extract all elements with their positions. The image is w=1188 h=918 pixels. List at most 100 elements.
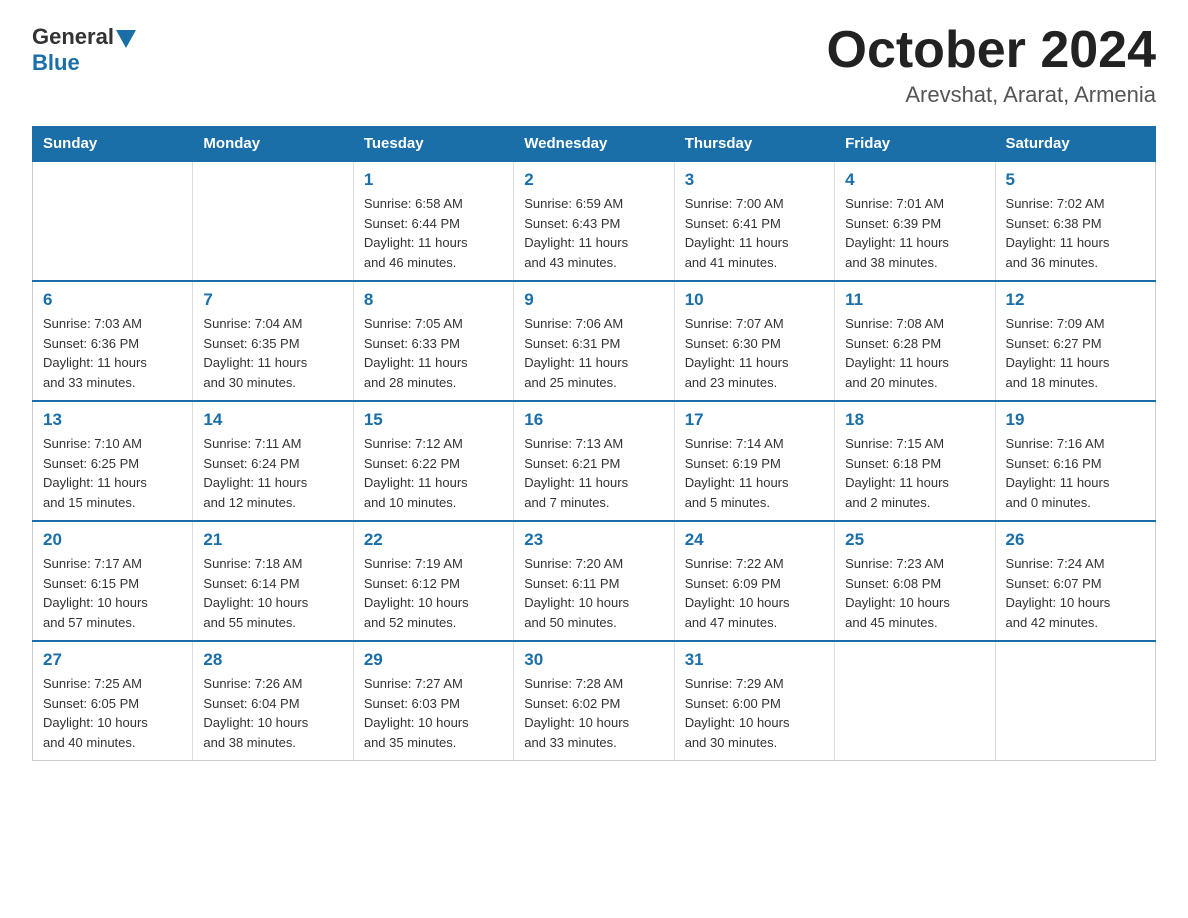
page-header: General Blue October 2024 Arevshat, Arar…: [32, 24, 1156, 108]
day-number: 13: [43, 410, 182, 430]
day-number: 26: [1006, 530, 1145, 550]
logo-general-text: General: [32, 24, 114, 50]
calendar-cell: 4 Sunrise: 7:01 AM Sunset: 6:39 PM Daylig…: [835, 161, 995, 281]
day-number: 5: [1006, 170, 1145, 190]
day-info: Sunrise: 7:29 AM Sunset: 6:00 PM Dayligh…: [685, 674, 824, 752]
day-number: 25: [845, 530, 984, 550]
column-header-wednesday: Wednesday: [514, 127, 674, 162]
day-number: 7: [203, 290, 342, 310]
day-number: 15: [364, 410, 503, 430]
calendar-cell: 14 Sunrise: 7:11 AM Sunset: 6:24 PM Dayli…: [193, 401, 353, 521]
calendar-cell: [193, 161, 353, 281]
day-number: 8: [364, 290, 503, 310]
logo-blue-text: Blue: [32, 50, 80, 75]
calendar-cell: [33, 161, 193, 281]
day-number: 4: [845, 170, 984, 190]
day-number: 17: [685, 410, 824, 430]
day-info: Sunrise: 7:13 AM Sunset: 6:21 PM Dayligh…: [524, 434, 663, 512]
day-info: Sunrise: 7:01 AM Sunset: 6:39 PM Dayligh…: [845, 194, 984, 272]
day-number: 18: [845, 410, 984, 430]
column-header-monday: Monday: [193, 127, 353, 162]
calendar-cell: 18 Sunrise: 7:15 AM Sunset: 6:18 PM Dayli…: [835, 401, 995, 521]
day-number: 23: [524, 530, 663, 550]
day-number: 6: [43, 290, 182, 310]
day-info: Sunrise: 7:27 AM Sunset: 6:03 PM Dayligh…: [364, 674, 503, 752]
day-info: Sunrise: 7:26 AM Sunset: 6:04 PM Dayligh…: [203, 674, 342, 752]
calendar-table: SundayMondayTuesdayWednesdayThursdayFrid…: [32, 126, 1156, 761]
day-info: Sunrise: 7:19 AM Sunset: 6:12 PM Dayligh…: [364, 554, 503, 632]
calendar-cell: [995, 641, 1155, 761]
calendar-cell: 3 Sunrise: 7:00 AM Sunset: 6:41 PM Daylig…: [674, 161, 834, 281]
column-header-thursday: Thursday: [674, 127, 834, 162]
calendar-cell: 22Sunrise: 7:19 AM Sunset: 6:12 PM Dayli…: [353, 521, 513, 641]
day-number: 20: [43, 530, 182, 550]
calendar-cell: 25 Sunrise: 7:23 AM Sunset: 6:08 PM Dayli…: [835, 521, 995, 641]
calendar-cell: 12 Sunrise: 7:09 AM Sunset: 6:27 PM Dayli…: [995, 281, 1155, 401]
month-title: October 2024: [827, 24, 1157, 76]
day-number: 10: [685, 290, 824, 310]
calendar-cell: 28 Sunrise: 7:26 AM Sunset: 6:04 PM Dayli…: [193, 641, 353, 761]
calendar-week-row: 6 Sunrise: 7:03 AM Sunset: 6:36 PM Daylig…: [33, 281, 1156, 401]
logo-triangle-icon: [116, 30, 136, 48]
day-info: Sunrise: 6:58 AM Sunset: 6:44 PM Dayligh…: [364, 194, 503, 272]
calendar-cell: 20 Sunrise: 7:17 AM Sunset: 6:15 PM Dayli…: [33, 521, 193, 641]
day-info: Sunrise: 7:18 AM Sunset: 6:14 PM Dayligh…: [203, 554, 342, 632]
day-info: Sunrise: 7:05 AM Sunset: 6:33 PM Dayligh…: [364, 314, 503, 392]
calendar-cell: 27 Sunrise: 7:25 AM Sunset: 6:05 PM Dayli…: [33, 641, 193, 761]
column-header-tuesday: Tuesday: [353, 127, 513, 162]
calendar-cell: 6 Sunrise: 7:03 AM Sunset: 6:36 PM Daylig…: [33, 281, 193, 401]
column-header-friday: Friday: [835, 127, 995, 162]
day-info: Sunrise: 7:09 AM Sunset: 6:27 PM Dayligh…: [1006, 314, 1145, 392]
calendar-cell: 1 Sunrise: 6:58 AM Sunset: 6:44 PM Daylig…: [353, 161, 513, 281]
calendar-cell: 17Sunrise: 7:14 AM Sunset: 6:19 PM Dayli…: [674, 401, 834, 521]
day-number: 24: [685, 530, 824, 550]
calendar-cell: 7 Sunrise: 7:04 AM Sunset: 6:35 PM Daylig…: [193, 281, 353, 401]
calendar-cell: 26Sunrise: 7:24 AM Sunset: 6:07 PM Dayli…: [995, 521, 1155, 641]
day-info: Sunrise: 7:11 AM Sunset: 6:24 PM Dayligh…: [203, 434, 342, 512]
calendar-cell: 21 Sunrise: 7:18 AM Sunset: 6:14 PM Dayli…: [193, 521, 353, 641]
day-info: Sunrise: 7:04 AM Sunset: 6:35 PM Dayligh…: [203, 314, 342, 392]
calendar-week-row: 27 Sunrise: 7:25 AM Sunset: 6:05 PM Dayli…: [33, 641, 1156, 761]
calendar-week-row: 1 Sunrise: 6:58 AM Sunset: 6:44 PM Daylig…: [33, 161, 1156, 281]
calendar-cell: 8 Sunrise: 7:05 AM Sunset: 6:33 PM Daylig…: [353, 281, 513, 401]
day-info: Sunrise: 7:12 AM Sunset: 6:22 PM Dayligh…: [364, 434, 503, 512]
calendar-cell: 23 Sunrise: 7:20 AM Sunset: 6:11 PM Dayli…: [514, 521, 674, 641]
day-info: Sunrise: 7:06 AM Sunset: 6:31 PM Dayligh…: [524, 314, 663, 392]
calendar-cell: 5 Sunrise: 7:02 AM Sunset: 6:38 PM Daylig…: [995, 161, 1155, 281]
day-number: 21: [203, 530, 342, 550]
calendar-cell: 9 Sunrise: 7:06 AM Sunset: 6:31 PM Daylig…: [514, 281, 674, 401]
day-info: Sunrise: 7:20 AM Sunset: 6:11 PM Dayligh…: [524, 554, 663, 632]
day-number: 9: [524, 290, 663, 310]
calendar-cell: 11Sunrise: 7:08 AM Sunset: 6:28 PM Dayli…: [835, 281, 995, 401]
day-info: Sunrise: 7:16 AM Sunset: 6:16 PM Dayligh…: [1006, 434, 1145, 512]
day-info: Sunrise: 7:15 AM Sunset: 6:18 PM Dayligh…: [845, 434, 984, 512]
calendar-cell: [835, 641, 995, 761]
calendar-week-row: 13Sunrise: 7:10 AM Sunset: 6:25 PM Dayli…: [33, 401, 1156, 521]
day-number: 31: [685, 650, 824, 670]
day-number: 14: [203, 410, 342, 430]
location-subtitle: Arevshat, Ararat, Armenia: [827, 82, 1157, 108]
day-info: Sunrise: 7:00 AM Sunset: 6:41 PM Dayligh…: [685, 194, 824, 272]
day-number: 1: [364, 170, 503, 190]
day-info: Sunrise: 7:17 AM Sunset: 6:15 PM Dayligh…: [43, 554, 182, 632]
logo: General Blue: [32, 24, 138, 76]
day-number: 27: [43, 650, 182, 670]
calendar-cell: 10 Sunrise: 7:07 AM Sunset: 6:30 PM Dayli…: [674, 281, 834, 401]
day-number: 2: [524, 170, 663, 190]
calendar-cell: 31 Sunrise: 7:29 AM Sunset: 6:00 PM Dayli…: [674, 641, 834, 761]
day-info: Sunrise: 7:25 AM Sunset: 6:05 PM Dayligh…: [43, 674, 182, 752]
day-number: 3: [685, 170, 824, 190]
day-info: Sunrise: 7:03 AM Sunset: 6:36 PM Dayligh…: [43, 314, 182, 392]
calendar-header-row: SundayMondayTuesdayWednesdayThursdayFrid…: [33, 127, 1156, 162]
title-area: October 2024 Arevshat, Ararat, Armenia: [827, 24, 1157, 108]
calendar-cell: 29Sunrise: 7:27 AM Sunset: 6:03 PM Dayli…: [353, 641, 513, 761]
day-number: 12: [1006, 290, 1145, 310]
day-info: Sunrise: 7:23 AM Sunset: 6:08 PM Dayligh…: [845, 554, 984, 632]
day-info: Sunrise: 7:07 AM Sunset: 6:30 PM Dayligh…: [685, 314, 824, 392]
day-info: Sunrise: 7:02 AM Sunset: 6:38 PM Dayligh…: [1006, 194, 1145, 272]
day-number: 28: [203, 650, 342, 670]
day-info: Sunrise: 6:59 AM Sunset: 6:43 PM Dayligh…: [524, 194, 663, 272]
calendar-cell: 13Sunrise: 7:10 AM Sunset: 6:25 PM Dayli…: [33, 401, 193, 521]
calendar-week-row: 20 Sunrise: 7:17 AM Sunset: 6:15 PM Dayli…: [33, 521, 1156, 641]
day-info: Sunrise: 7:08 AM Sunset: 6:28 PM Dayligh…: [845, 314, 984, 392]
